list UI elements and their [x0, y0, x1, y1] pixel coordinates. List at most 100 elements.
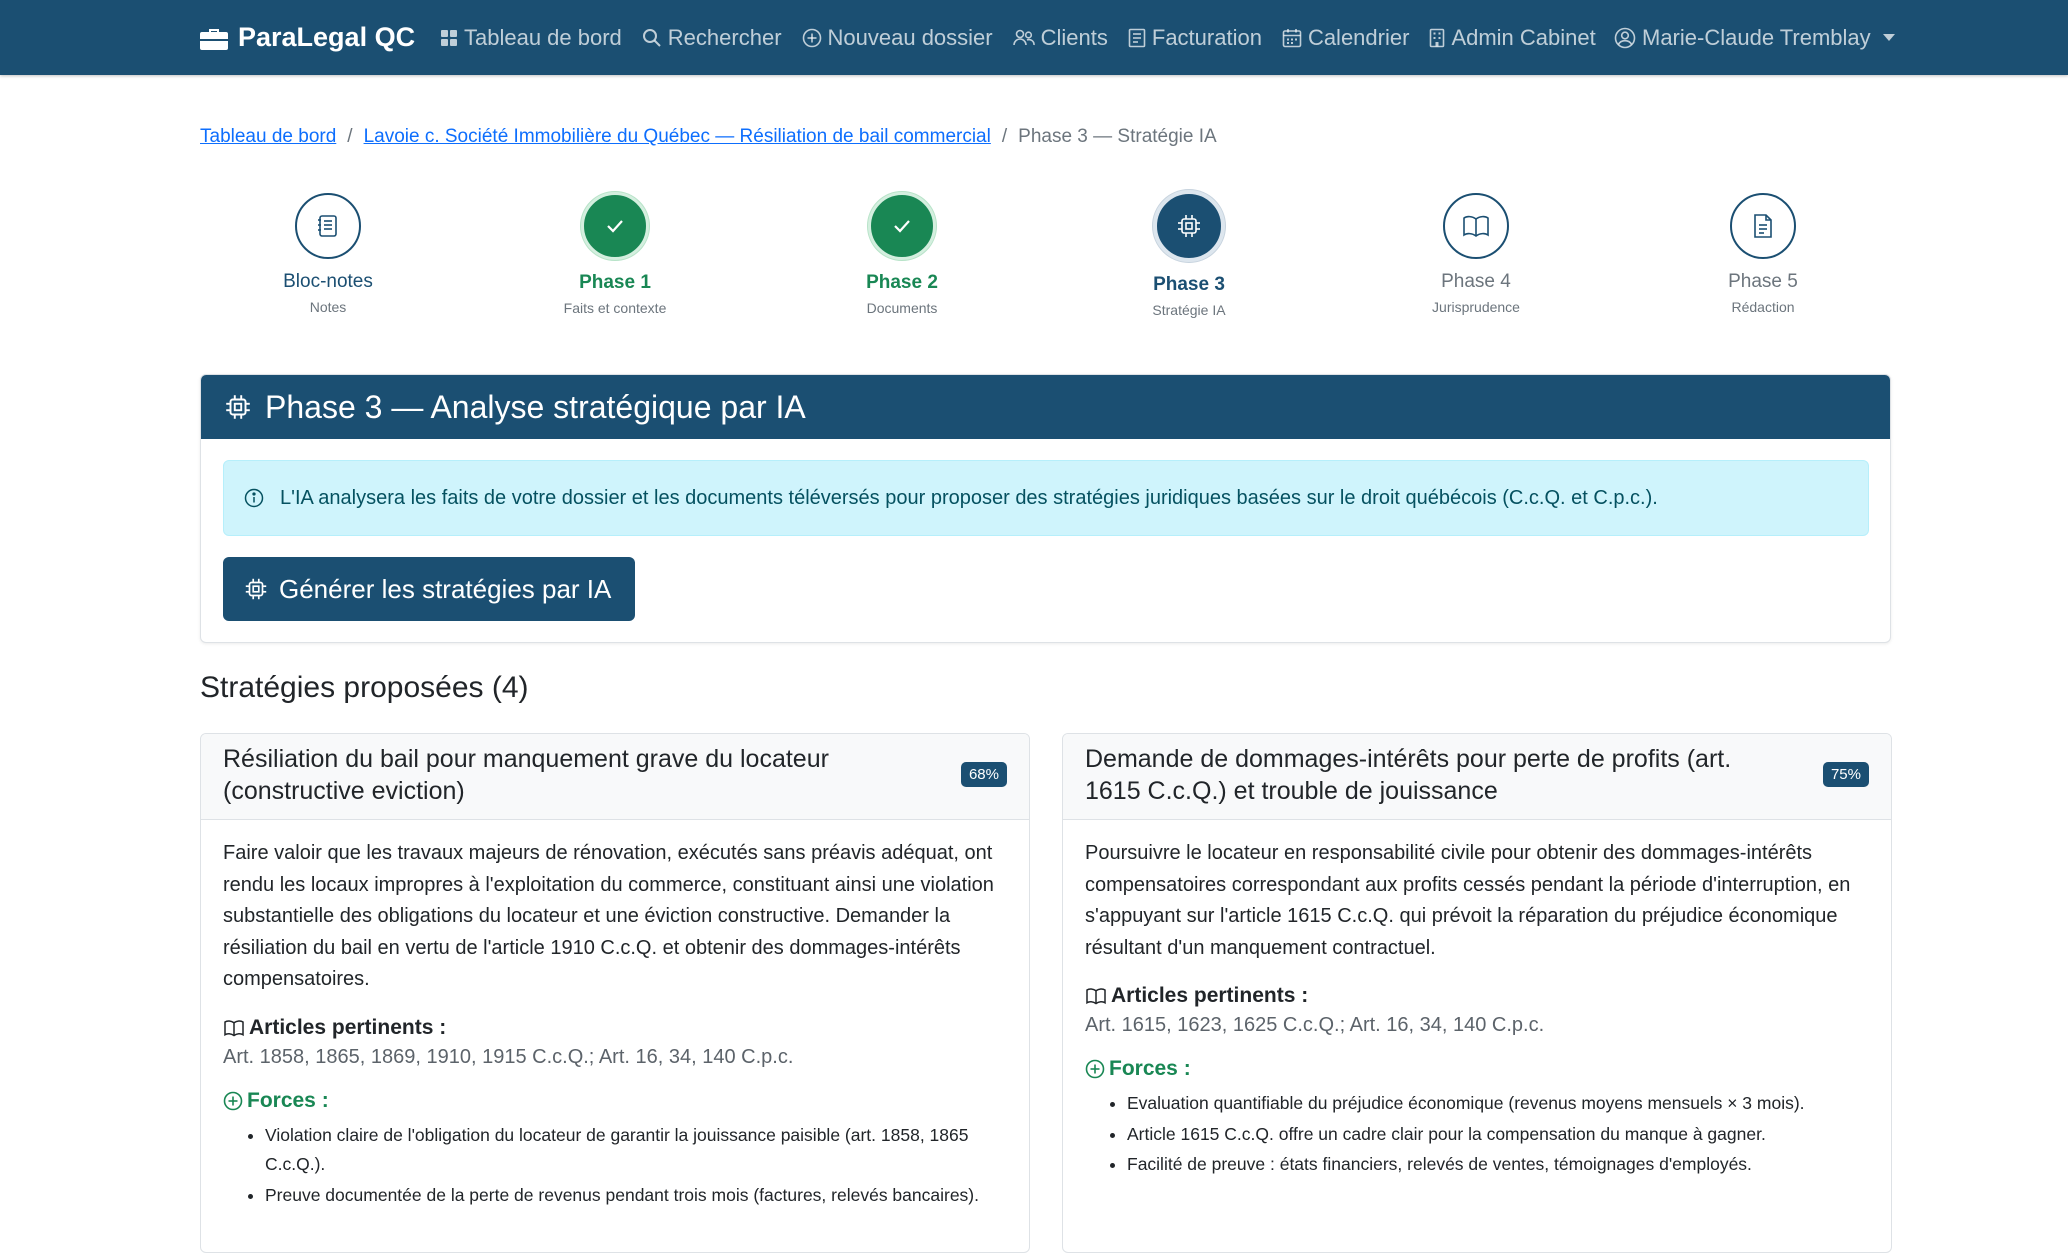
strategy-description: Faire valoir que les travaux majeurs de … — [223, 842, 994, 990]
list-item: Preuve documentée de la perte de revenus… — [265, 1181, 1007, 1211]
breadcrumb-current: Phase 3 — Stratégie IA — [1018, 126, 1217, 147]
brand-name: ParaLegal QC — [238, 22, 416, 52]
nav-clients[interactable]: Clients — [1012, 24, 1108, 51]
step-title: Bloc-notes — [283, 271, 373, 292]
step-phase-2[interactable]: Phase 2 Documents — [802, 192, 1002, 316]
phase-card-header: Phase 3 — Analyse stratégique par IA — [201, 375, 1890, 439]
step-phase-1[interactable]: Phase 1 Faits et contexte — [515, 192, 715, 316]
articles-list: Art. 1858, 1865, 1869, 1910, 1915 C.c.Q.… — [223, 1045, 794, 1068]
forces-list: Violation claire de l'obligation du loca… — [223, 1121, 1007, 1211]
list-item: Evaluation quantifiable du préjudice éco… — [1127, 1089, 1869, 1119]
strategy-card: Demande de dommages-intérêts pour perte … — [1062, 733, 1892, 1253]
step-circle — [1730, 193, 1796, 259]
step-subtitle: Documents — [866, 300, 938, 316]
phase-card: Phase 3 — Analyse stratégique par IA L'I… — [200, 374, 1891, 643]
list-item: Facilité de preuve : états financiers, r… — [1127, 1150, 1869, 1180]
cpu-icon — [1178, 215, 1200, 237]
nav-label: Rechercher — [667, 24, 782, 50]
strategy-card-header: Demande de dommages-intérêts pour perte … — [1063, 734, 1891, 820]
nav-label: Tableau de bord — [464, 24, 622, 50]
nav-links: Tableau de bord Rechercher Nouveau dossi… — [440, 0, 1616, 75]
nav-admin-cabinet[interactable]: Admin Cabinet — [1429, 24, 1596, 51]
user-name: Marie-Claude Tremblay — [1642, 24, 1871, 50]
info-alert: L'IA analysera les faits de votre dossie… — [223, 460, 1869, 536]
breadcrumb-case-link[interactable]: Lavoie c. Société Immobilière du Québec … — [364, 126, 991, 148]
step-circle — [295, 193, 361, 259]
strategies-section-title: Stratégies proposées (4) — [200, 671, 529, 704]
step-circle — [581, 192, 649, 260]
step-title: Phase 1 — [579, 272, 651, 293]
nav-facturation[interactable]: Facturation — [1128, 25, 1262, 51]
forces-list: Evaluation quantifiable du préjudice éco… — [1085, 1089, 1869, 1180]
check-icon — [607, 220, 623, 233]
step-circle — [868, 192, 936, 260]
cpu-icon — [226, 395, 250, 419]
briefcase-icon — [200, 28, 228, 50]
calendar-icon — [1282, 28, 1302, 47]
document-icon — [1754, 214, 1772, 238]
user-menu-dropdown[interactable]: Marie-Claude Tremblay — [1614, 0, 1895, 75]
step-circle — [1153, 190, 1225, 262]
confidence-badge: 68% — [960, 762, 1007, 787]
step-phase-3[interactable]: Phase 3 Stratégie IA — [1089, 190, 1289, 318]
info-circle-icon — [244, 488, 264, 508]
articles-list: Art. 1615, 1623, 1625 C.c.Q.; Art. 16, 3… — [1085, 1014, 1545, 1036]
step-title: Phase 3 — [1153, 274, 1225, 295]
book-icon — [1086, 988, 1106, 1005]
strategy-title: Résiliation du bail pour manquement grav… — [223, 745, 829, 805]
nav-label: Clients — [1040, 24, 1108, 50]
top-navbar: ParaLegal QC Tableau de bord Rechercher … — [0, 0, 2068, 75]
building-icon — [1430, 28, 1445, 47]
strategy-card-header: Résiliation du bail pour manquement grav… — [201, 734, 1029, 820]
step-subtitle: Faits et contexte — [563, 300, 667, 316]
breadcrumb: Tableau de bord / Lavoie c. Société Immo… — [200, 126, 1217, 148]
forces-label: Forces : — [1109, 1057, 1191, 1080]
nav-calendrier[interactable]: Calendrier — [1282, 25, 1409, 51]
confidence-badge: 75% — [1822, 762, 1869, 787]
info-alert-text: L'IA analysera les faits de votre dossie… — [280, 486, 1658, 509]
phase-card-title: Phase 3 — Analyse stratégique par IA — [265, 388, 806, 425]
plus-circle-icon — [802, 28, 821, 47]
list-item: Article 1615 C.c.Q. offre un cadre clair… — [1127, 1120, 1869, 1150]
step-subtitle: Rédaction — [1731, 299, 1795, 315]
phase-stepper: Bloc-notes Notes Phase 1 Faits et contex… — [200, 190, 1890, 323]
forces-heading: Forces : — [1085, 1057, 1869, 1081]
people-icon — [1012, 29, 1035, 45]
check-icon — [894, 220, 910, 233]
nav-tableau-de-bord[interactable]: Tableau de bord — [440, 25, 622, 51]
nav-nouveau-dossier[interactable]: Nouveau dossier — [802, 25, 993, 51]
strategy-description: Poursuivre le locateur en responsabilité… — [1085, 842, 1851, 959]
breadcrumb-separator: / — [347, 126, 353, 147]
step-title: Phase 4 — [1441, 271, 1511, 292]
nav-label: Facturation — [1151, 24, 1262, 50]
generate-strategies-button[interactable]: Générer les stratégies par IA — [223, 557, 635, 621]
nav-label: Nouveau dossier — [827, 24, 993, 50]
step-subtitle: Notes — [309, 299, 347, 315]
step-phase-4[interactable]: Phase 4 Jurisprudence — [1376, 193, 1576, 315]
grid-icon — [441, 29, 457, 46]
forces-heading: Forces : — [223, 1089, 1007, 1113]
receipt-icon — [1128, 28, 1146, 47]
nav-label: Admin Cabinet — [1451, 24, 1596, 50]
articles-heading: Articles pertinents : — [1085, 984, 1869, 1008]
cpu-icon — [245, 578, 267, 600]
strategy-card-body: Faire valoir que les travaux majeurs de … — [201, 820, 1029, 1210]
step-phase-5[interactable]: Phase 5 Rédaction — [1663, 193, 1863, 315]
step-title: Phase 2 — [866, 272, 938, 293]
brand-link[interactable]: ParaLegal QC — [200, 0, 415, 75]
articles-label: Articles pertinents : — [1111, 984, 1309, 1007]
articles-heading: Articles pertinents : — [223, 1016, 1007, 1040]
strategy-card-body: Poursuivre le locateur en responsabilité… — [1063, 820, 1891, 1180]
user-circle-icon — [1614, 27, 1636, 48]
book-icon — [224, 1019, 244, 1036]
step-title: Phase 5 — [1728, 271, 1798, 292]
breadcrumb-separator: / — [1001, 126, 1008, 147]
book-icon — [1463, 215, 1489, 237]
step-bloc-notes[interactable]: Bloc-notes Notes — [228, 193, 428, 315]
breadcrumb-home-link[interactable]: Tableau de bord — [200, 126, 336, 148]
search-icon — [642, 28, 661, 47]
step-subtitle: Stratégie IA — [1152, 302, 1226, 318]
nav-rechercher[interactable]: Rechercher — [642, 25, 782, 51]
plus-circle-icon — [1085, 1059, 1105, 1079]
notepad-icon — [318, 215, 337, 237]
